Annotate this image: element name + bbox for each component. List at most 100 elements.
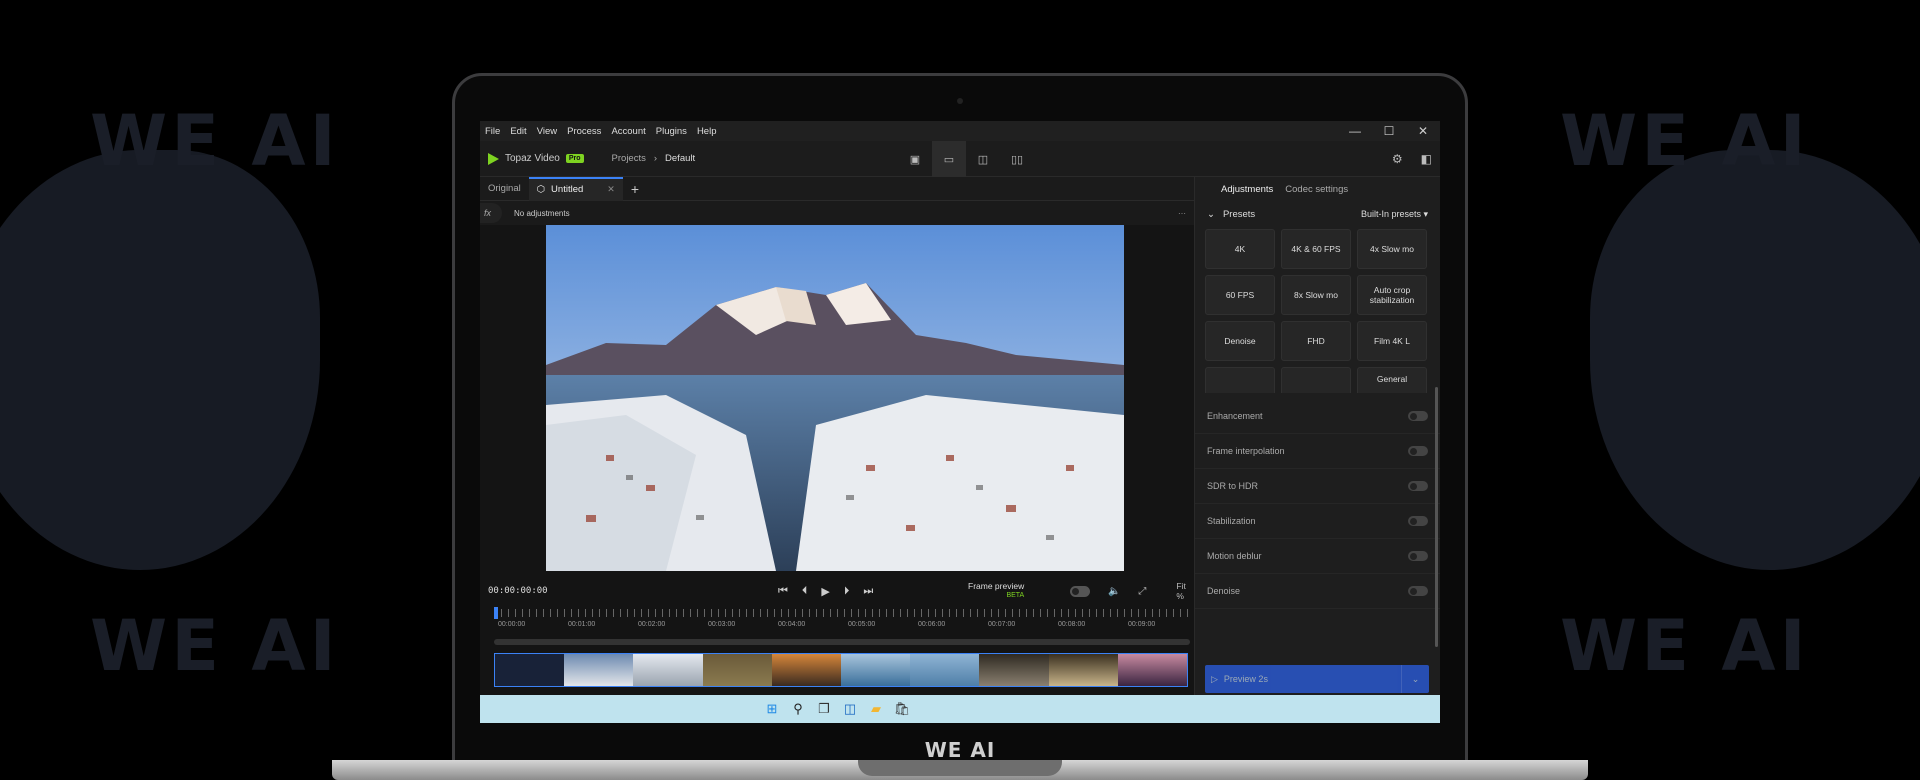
- split-view-icon[interactable]: ◫: [966, 141, 1000, 177]
- tab-untitled[interactable]: ⬡ Untitled ✕: [528, 176, 623, 201]
- panel-scrollbar[interactable]: [1435, 387, 1438, 647]
- motion-deblur-toggle[interactable]: [1408, 551, 1428, 561]
- tab-label: Untitled: [551, 184, 584, 195]
- enhancement-toggle[interactable]: [1408, 411, 1428, 421]
- play-outline-icon: ▷: [1211, 673, 1218, 684]
- preset-item[interactable]: [1281, 367, 1351, 393]
- menu-view[interactable]: View: [532, 126, 562, 137]
- menu-edit[interactable]: Edit: [505, 126, 531, 137]
- windows-start-icon[interactable]: ⊞: [764, 701, 780, 717]
- tab-codec-settings[interactable]: Codec settings: [1285, 184, 1360, 195]
- search-icon[interactable]: ⚲: [790, 701, 806, 717]
- task-view-icon[interactable]: ❐: [816, 701, 832, 717]
- close-tab-icon[interactable]: ✕: [607, 184, 615, 195]
- ruler-ticks: [494, 609, 1190, 617]
- stabilization-toggle[interactable]: [1408, 516, 1428, 526]
- step-back-icon[interactable]: ⏴: [802, 585, 808, 598]
- laptop-notch: [858, 760, 1062, 776]
- maximize-icon[interactable]: ☐: [1372, 124, 1406, 138]
- menu-bar: File Edit View Process Account Plugins H…: [480, 121, 1440, 141]
- preset-60fps[interactable]: 60 FPS: [1205, 275, 1275, 315]
- film-frame: [771, 654, 842, 686]
- tab-adjustments[interactable]: Adjustments: [1195, 184, 1285, 195]
- frame-interpolation-toggle[interactable]: [1408, 446, 1428, 456]
- preset-film-4k-l[interactable]: Film 4K L: [1357, 321, 1427, 361]
- feature-stabilization: Stabilization: [1195, 504, 1440, 539]
- volume-icon[interactable]: 🔈: [1108, 586, 1120, 597]
- preset-item[interactable]: [1205, 367, 1275, 393]
- preset-4x-slow-mo[interactable]: 4x Slow mo: [1357, 229, 1427, 269]
- widgets-icon[interactable]: ◫: [842, 701, 858, 717]
- menu-process[interactable]: Process: [562, 126, 606, 137]
- presets-grid: 4K 4K & 60 FPS 4x Slow mo 60 FPS 8x Slow…: [1195, 229, 1440, 393]
- film-frame: [495, 654, 565, 686]
- add-tab-icon[interactable]: +: [623, 181, 647, 197]
- landscape-image: [546, 225, 1124, 571]
- more-icon[interactable]: ⋯: [1178, 209, 1186, 218]
- timecode[interactable]: 00:00:00:00: [488, 586, 548, 596]
- presets-header[interactable]: ⌄ Presets Built-In presets ▾: [1195, 203, 1440, 225]
- film-frame: [1048, 654, 1118, 686]
- right-panel: Adjustments Codec settings ⌄ Presets Bui…: [1194, 177, 1440, 723]
- menu-file[interactable]: File: [480, 126, 505, 137]
- timeline-ruler[interactable]: 00:00:00 00:01:00 00:02:00 00:03:00 00:0…: [494, 607, 1190, 631]
- menu-account[interactable]: Account: [606, 126, 650, 137]
- minimize-icon[interactable]: —: [1338, 124, 1372, 138]
- menu-help[interactable]: Help: [692, 126, 722, 137]
- fullscreen-icon[interactable]: ⤢: [1138, 586, 1146, 597]
- frame-preview-toggle[interactable]: [1070, 585, 1090, 597]
- breadcrumb: Projects › Default: [612, 153, 696, 164]
- preset-8x-slow-mo[interactable]: 8x Slow mo: [1281, 275, 1351, 315]
- preview-button[interactable]: ▷ Preview 2s ⌄: [1205, 665, 1429, 693]
- preset-4k[interactable]: 4K: [1205, 229, 1275, 269]
- store-icon[interactable]: 🛍: [894, 701, 911, 717]
- breadcrumb-projects[interactable]: Projects: [612, 153, 646, 164]
- watermark-text: WE AI: [1560, 100, 1810, 182]
- single-view-icon[interactable]: ▭: [932, 141, 966, 177]
- play-icon[interactable]: ▶: [821, 585, 829, 598]
- side-by-side-icon[interactable]: ▯▯: [1000, 141, 1034, 177]
- preset-denoise[interactable]: Denoise: [1205, 321, 1275, 361]
- skip-to-end-icon[interactable]: ⏭: [863, 585, 873, 598]
- image-view-icon[interactable]: ▣: [898, 141, 932, 177]
- skip-to-start-icon[interactable]: ⏮: [778, 585, 788, 598]
- preset-general[interactable]: General: [1357, 367, 1427, 393]
- ruler-label: 00:07:00: [988, 621, 1016, 628]
- feature-sdr-to-hdr: SDR to HDR: [1195, 469, 1440, 504]
- zoom-select[interactable]: Fit %: [1176, 581, 1194, 601]
- feature-denoise: Denoise: [1195, 574, 1440, 609]
- ruler-label: 00:05:00: [848, 621, 876, 628]
- film-frame: [564, 654, 634, 686]
- ruler-label: 00:04:00: [778, 621, 806, 628]
- panel-toggle-icon[interactable]: ◧: [1421, 152, 1432, 166]
- chevron-down-icon[interactable]: ⌄: [1401, 665, 1429, 693]
- ruler-label: 00:06:00: [918, 621, 946, 628]
- film-frame: [633, 654, 703, 686]
- fx-icon[interactable]: fx: [480, 203, 502, 223]
- playhead[interactable]: [494, 607, 498, 619]
- feature-enhancement: Enhancement: [1195, 399, 1440, 434]
- filmstrip[interactable]: [494, 653, 1188, 687]
- preset-fhd[interactable]: FHD: [1281, 321, 1351, 361]
- watermark-text: WE AI: [90, 605, 340, 687]
- denoise-toggle[interactable]: [1408, 586, 1428, 596]
- menu-plugins[interactable]: Plugins: [651, 126, 692, 137]
- gear-icon[interactable]: ⚙: [1392, 152, 1403, 166]
- taskbar-extension: [1194, 695, 1440, 723]
- watermark-text: WE AI: [1560, 605, 1810, 687]
- close-icon[interactable]: ✕: [1406, 124, 1440, 138]
- preset-4k-60fps[interactable]: 4K & 60 FPS: [1281, 229, 1351, 269]
- sdr-to-hdr-toggle[interactable]: [1408, 481, 1428, 491]
- frame-preview-label: Frame preview: [968, 581, 1025, 591]
- breadcrumb-current: Default: [665, 153, 696, 164]
- video-frame[interactable]: [546, 225, 1124, 571]
- timeline-track[interactable]: [494, 639, 1190, 645]
- step-forward-icon[interactable]: ⏵: [844, 585, 850, 598]
- presets-source-select[interactable]: Built-In presets ▾: [1361, 209, 1428, 220]
- preset-auto-crop[interactable]: Auto crop stabilization: [1357, 275, 1427, 315]
- feature-label: Stabilization: [1207, 516, 1256, 526]
- file-explorer-icon[interactable]: ▰: [868, 701, 884, 717]
- app-window: File Edit View Process Account Plugins H…: [480, 121, 1440, 723]
- tab-original[interactable]: Original: [480, 177, 529, 201]
- feature-label: SDR to HDR: [1207, 481, 1259, 491]
